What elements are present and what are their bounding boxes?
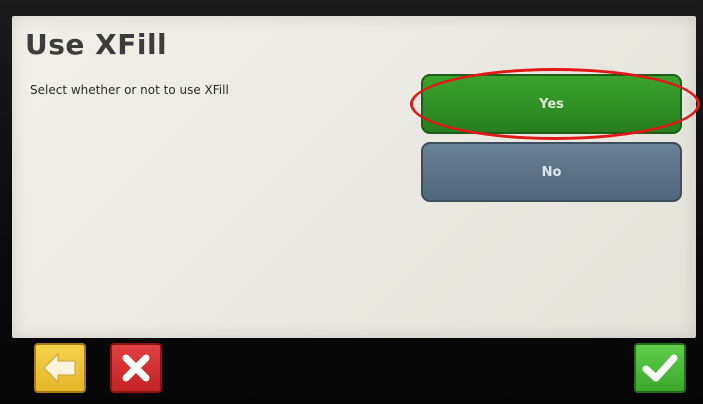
display-screen: Use XFill Select whether or not to use X…	[12, 16, 700, 338]
yes-option-button[interactable]: Yes	[421, 74, 682, 134]
cancel-button[interactable]	[110, 343, 162, 393]
instruction-text: Select whether or not to use XFill	[30, 83, 229, 97]
arrow-left-icon	[43, 352, 76, 384]
no-option-button[interactable]: No	[421, 142, 682, 202]
confirm-button[interactable]	[634, 343, 686, 393]
yes-option-label: Yes	[539, 96, 564, 112]
back-button[interactable]	[34, 343, 86, 393]
close-icon	[122, 354, 150, 382]
checkmark-icon	[642, 354, 678, 382]
no-option-label: No	[541, 164, 562, 180]
page-title: Use XFill	[25, 28, 168, 61]
